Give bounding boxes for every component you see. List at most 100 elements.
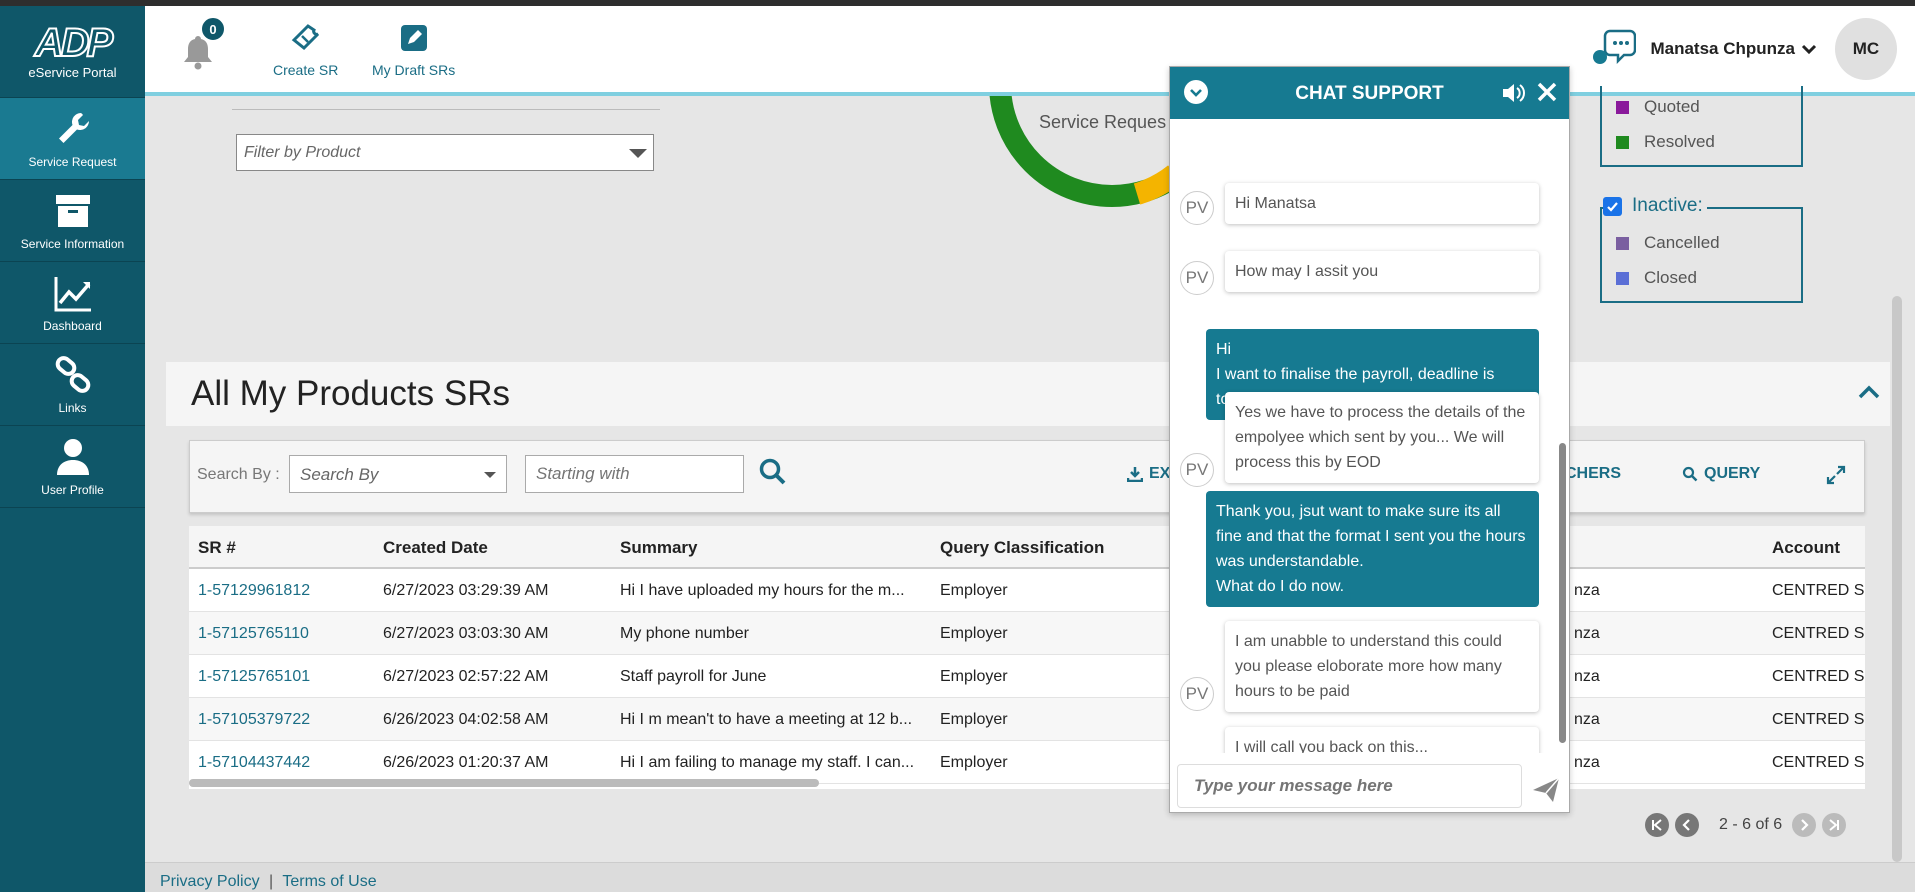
column-header-query-classification[interactable]: Query Classification (940, 538, 1104, 558)
sr-number-link[interactable]: 1-57125765101 (198, 668, 310, 686)
column-header-sr-number[interactable]: SR # (198, 538, 236, 558)
sidebar: ADP eService Portal Service Request Serv… (0, 6, 145, 892)
logo-subtitle: eService Portal (28, 65, 117, 80)
inactive-toggle[interactable]: Inactive: (1603, 195, 1707, 217)
filter-by-product-placeholder: Filter by Product (244, 143, 361, 161)
dropdown-caret-icon (629, 149, 647, 158)
account-cell: CENTRED S (1772, 711, 1865, 728)
sidebar-item-label: Links (58, 400, 87, 415)
search-icon (1682, 466, 1698, 482)
sr-number-link[interactable]: 1-57125765110 (198, 625, 309, 643)
sidebar-item-label: User Profile (41, 482, 104, 497)
classification-cell: Employer (940, 582, 1008, 599)
export-label: EX (1149, 465, 1171, 482)
column-header-account[interactable]: Account (1772, 538, 1840, 558)
table-row[interactable]: 1-57125765110 6/27/2023 03:03:30 AM My p… (189, 612, 1865, 655)
user-name: Manatsa Chpunza (1650, 39, 1795, 58)
sidebar-item-label: Dashboard (43, 318, 102, 333)
previous-page-button[interactable] (1675, 813, 1699, 837)
top-header: 0 Create SR My Draft SRs Manatsa Chpunza… (145, 6, 1915, 96)
first-page-button[interactable] (1645, 813, 1669, 837)
agent-avatar: PV (1180, 453, 1214, 487)
download-icon (1127, 467, 1143, 482)
sidebar-item-service-information[interactable]: Service Information (0, 180, 145, 262)
chat-bubble-icon[interactable] (1592, 27, 1637, 71)
legend-item-quoted[interactable]: Quoted (1616, 97, 1700, 117)
create-sr-label: Create SR (273, 62, 339, 78)
contact-cell: nza (1574, 582, 1600, 599)
footer: Privacy Policy | Terms of Use (145, 862, 1915, 892)
my-draft-srs-label: My Draft SRs (372, 62, 456, 78)
last-page-button[interactable] (1822, 813, 1847, 837)
table-header: SR # Created Date Summary Query Classifi… (189, 526, 1865, 569)
legend-label: Cancelled (1644, 233, 1720, 252)
chat-message-agent: I am unabble to understand this could yo… (1225, 621, 1539, 712)
vouchers-button[interactable]: CHERS (1565, 465, 1621, 483)
column-header-summary[interactable]: Summary (620, 538, 697, 558)
table-row[interactable]: 1-57129961812 6/27/2023 03:29:39 AM Hi I… (189, 569, 1865, 612)
expand-icon[interactable] (1826, 465, 1846, 485)
volume-icon[interactable] (1501, 81, 1527, 105)
legend-swatch (1616, 236, 1629, 250)
export-button[interactable]: EX (1127, 465, 1170, 483)
account-cell: CENTRED S (1772, 668, 1865, 685)
table-horizontal-scrollbar[interactable] (189, 779, 819, 787)
legend-label: Quoted (1644, 97, 1700, 116)
query-button[interactable]: QUERY (1682, 465, 1760, 483)
legend-label: Resolved (1644, 132, 1715, 151)
sidebar-item-service-request[interactable]: Service Request (0, 98, 145, 180)
wrench-icon (58, 112, 89, 143)
donut-label: Service Reques (1039, 112, 1167, 132)
search-by-select[interactable]: Search By (289, 455, 507, 493)
avatar[interactable]: MC (1835, 18, 1897, 80)
contact-cell: nza (1574, 711, 1600, 728)
legend-item-cancelled[interactable]: Cancelled (1616, 233, 1720, 253)
classification-cell: Employer (940, 625, 1008, 642)
dropdown-caret-icon (484, 472, 496, 478)
sidebar-item-links[interactable]: Links (0, 344, 145, 426)
my-draft-srs-button[interactable]: My Draft SRs (372, 22, 455, 78)
column-header-created-date[interactable]: Created Date (383, 538, 488, 558)
sidebar-item-dashboard[interactable]: Dashboard (0, 262, 145, 344)
created-date-cell: 6/27/2023 02:57:22 AM (383, 668, 549, 685)
contact-cell: nza (1574, 668, 1600, 685)
chart-line-icon (54, 276, 91, 311)
page-vertical-scrollbar[interactable] (1892, 296, 1902, 862)
logo[interactable]: ADP eService Portal (0, 6, 145, 98)
create-sr-button[interactable]: Create SR (273, 22, 338, 78)
terms-of-use-link[interactable]: Terms of Use (282, 873, 376, 890)
vouchers-label: CHERS (1565, 465, 1622, 482)
created-date-cell: 6/27/2023 03:03:30 AM (383, 625, 549, 642)
table-row[interactable]: 1-57104437442 6/26/2023 01:20:37 AM Hi I… (189, 741, 1865, 784)
next-page-button[interactable] (1792, 813, 1817, 837)
table-row[interactable]: 1-57125765101 6/27/2023 02:57:22 AM Staf… (189, 655, 1865, 698)
sr-number-link[interactable]: 1-57129961812 (198, 582, 310, 600)
legend-item-closed[interactable]: Closed (1616, 268, 1697, 288)
legend-item-resolved[interactable]: Resolved (1616, 132, 1715, 152)
sr-panel-header: All My Products SRs (166, 362, 1890, 426)
sidebar-item-label: Service Request (28, 154, 117, 169)
user-menu[interactable]: Manatsa Chpunza (1650, 39, 1817, 59)
ticket-icon (291, 24, 319, 51)
privacy-policy-link[interactable]: Privacy Policy (160, 873, 260, 890)
sr-number-link[interactable]: 1-57105379722 (198, 711, 310, 729)
sr-number-link[interactable]: 1-57104437442 (198, 754, 310, 772)
send-icon[interactable] (1532, 777, 1560, 803)
sidebar-item-user-profile[interactable]: User Profile (0, 426, 145, 508)
chevron-left-icon (1682, 819, 1690, 831)
chevron-up-icon[interactable] (1858, 384, 1880, 400)
search-icon[interactable] (758, 457, 788, 487)
close-icon[interactable] (1535, 80, 1559, 104)
created-date-cell: 6/26/2023 04:02:58 AM (383, 711, 549, 728)
contact-cell: nza (1574, 754, 1600, 771)
starting-with-input[interactable] (525, 455, 744, 493)
table-row[interactable]: 1-57105379722 6/26/2023 04:02:58 AM Hi I… (189, 698, 1865, 741)
pagination: 2 - 6 of 6 (1645, 812, 1852, 838)
notification-count-badge: 0 (200, 16, 226, 42)
filter-by-product-select[interactable]: Filter by Product (236, 134, 654, 171)
account-cell: CENTRED S (1772, 582, 1865, 599)
inactive-checkbox[interactable] (1603, 196, 1622, 216)
chat-scrollbar[interactable] (1559, 443, 1566, 743)
chat-message-input[interactable] (1177, 764, 1522, 808)
query-label: QUERY (1704, 465, 1761, 482)
